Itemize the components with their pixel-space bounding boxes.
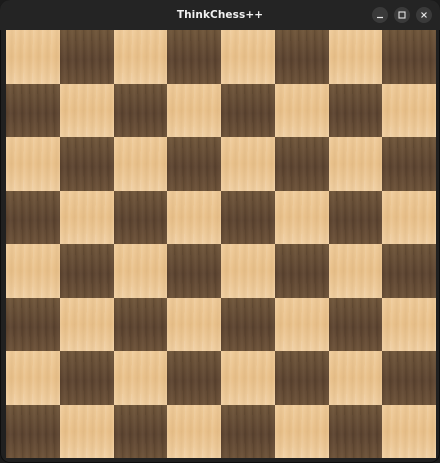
board-square[interactable] bbox=[382, 137, 436, 191]
board-square[interactable] bbox=[59, 137, 114, 191]
chess-board[interactable] bbox=[6, 30, 436, 458]
board-square[interactable] bbox=[167, 30, 221, 84]
board-square[interactable] bbox=[274, 30, 329, 84]
board-square[interactable] bbox=[6, 404, 60, 458]
board-square[interactable] bbox=[328, 351, 383, 405]
board-square[interactable] bbox=[59, 190, 114, 244]
title-bar[interactable]: ThinkChess++ bbox=[0, 0, 440, 30]
board-square[interactable] bbox=[328, 404, 383, 458]
board-square[interactable] bbox=[328, 244, 383, 298]
board-square[interactable] bbox=[274, 83, 329, 137]
board-square[interactable] bbox=[382, 351, 436, 405]
board-square[interactable] bbox=[221, 351, 275, 405]
board-square[interactable] bbox=[221, 30, 275, 84]
board-square[interactable] bbox=[328, 297, 383, 351]
board-square[interactable] bbox=[382, 30, 436, 84]
board-square[interactable] bbox=[59, 351, 114, 405]
board-square[interactable] bbox=[221, 244, 275, 298]
board-square[interactable] bbox=[382, 404, 436, 458]
board-square[interactable] bbox=[167, 404, 221, 458]
board-square[interactable] bbox=[382, 244, 436, 298]
board-square[interactable] bbox=[59, 83, 114, 137]
board-square[interactable] bbox=[274, 137, 329, 191]
board-square[interactable] bbox=[113, 297, 168, 351]
board-square[interactable] bbox=[167, 351, 221, 405]
board-square[interactable] bbox=[382, 190, 436, 244]
board-square[interactable] bbox=[221, 83, 275, 137]
board-square[interactable] bbox=[167, 297, 221, 351]
window-controls bbox=[372, 7, 432, 23]
board-square[interactable] bbox=[113, 404, 168, 458]
maximize-icon bbox=[398, 11, 406, 19]
maximize-button[interactable] bbox=[394, 7, 410, 23]
board-square[interactable] bbox=[6, 244, 60, 298]
board-square[interactable] bbox=[113, 190, 168, 244]
board-square[interactable] bbox=[274, 190, 329, 244]
board-square[interactable] bbox=[221, 404, 275, 458]
board-square[interactable] bbox=[274, 351, 329, 405]
minimize-button[interactable] bbox=[372, 7, 388, 23]
board-square[interactable] bbox=[59, 297, 114, 351]
app-window: ThinkChess++ bbox=[0, 0, 440, 463]
board-square[interactable] bbox=[328, 30, 383, 84]
minimize-icon bbox=[377, 16, 383, 19]
board-square[interactable] bbox=[382, 83, 436, 137]
board-square[interactable] bbox=[328, 190, 383, 244]
board-square[interactable] bbox=[328, 137, 383, 191]
board-square[interactable] bbox=[167, 83, 221, 137]
window-title: ThinkChess++ bbox=[176, 9, 264, 21]
board-square[interactable] bbox=[59, 30, 114, 84]
board-square[interactable] bbox=[6, 351, 60, 405]
board-square[interactable] bbox=[221, 297, 275, 351]
board-square[interactable] bbox=[6, 137, 60, 191]
board-square[interactable] bbox=[6, 30, 60, 84]
board-square[interactable] bbox=[274, 244, 329, 298]
board-square[interactable] bbox=[274, 404, 329, 458]
board-square[interactable] bbox=[59, 404, 114, 458]
board-square[interactable] bbox=[59, 244, 114, 298]
board-square[interactable] bbox=[113, 30, 168, 84]
board-square[interactable] bbox=[167, 244, 221, 298]
board-square[interactable] bbox=[382, 297, 436, 351]
board-square[interactable] bbox=[113, 83, 168, 137]
board-square[interactable] bbox=[328, 83, 383, 137]
board-square[interactable] bbox=[113, 137, 168, 191]
board-square[interactable] bbox=[113, 351, 168, 405]
board-square[interactable] bbox=[6, 83, 60, 137]
board-square[interactable] bbox=[167, 190, 221, 244]
board-square[interactable] bbox=[221, 137, 275, 191]
board-square[interactable] bbox=[167, 137, 221, 191]
close-button[interactable] bbox=[416, 7, 432, 23]
board-square[interactable] bbox=[113, 244, 168, 298]
board-square[interactable] bbox=[6, 190, 60, 244]
board-square[interactable] bbox=[6, 297, 60, 351]
close-icon bbox=[421, 12, 427, 18]
board-square[interactable] bbox=[221, 190, 275, 244]
board-square[interactable] bbox=[274, 297, 329, 351]
